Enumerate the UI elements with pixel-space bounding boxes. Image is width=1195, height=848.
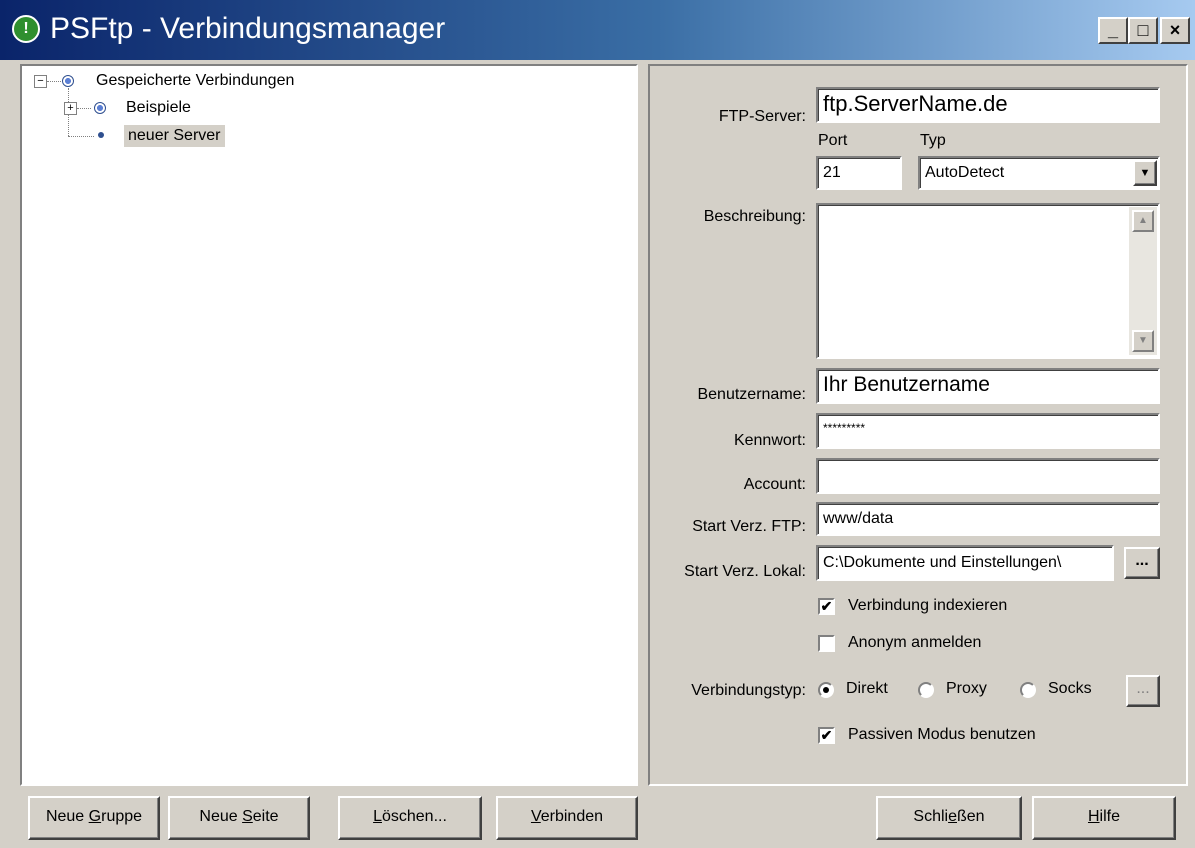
typ-select[interactable]: AutoDetect <box>918 156 1160 190</box>
tree-connector <box>68 136 94 137</box>
verbinden-label-rest: erbinden <box>540 808 604 825</box>
verbinden-accel: V <box>530 808 541 825</box>
hilfe-button[interactable]: Hilfe <box>1032 796 1176 840</box>
neue-gruppe-label: Neue <box>45 808 89 825</box>
start-lokal-label: Start Verz. Lokal: <box>684 563 806 580</box>
beschreibung-textarea[interactable] <box>816 203 1160 359</box>
benutzername-label: Benutzername: <box>697 386 806 403</box>
verbinden-button[interactable]: Verbinden <box>496 796 638 840</box>
anonym-anmelden-checkbox[interactable] <box>818 635 835 652</box>
neue-seite-button[interactable]: Neue Seite <box>168 796 310 840</box>
loeschen-button[interactable]: Löschen... <box>338 796 482 840</box>
collapse-icon[interactable]: − <box>34 75 47 88</box>
title-bar[interactable]: ! PSFtp - Verbindungsmanager _ □ × <box>0 0 1195 60</box>
connection-settings-button[interactable]: ... <box>1126 675 1160 707</box>
ftp-server-input[interactable]: ftp.ServerName.de <box>816 87 1160 123</box>
scroll-down-icon[interactable]: ▼ <box>1132 330 1154 352</box>
port-label: Port <box>818 132 848 149</box>
expand-icon[interactable]: + <box>64 102 77 115</box>
radio-direkt-label[interactable]: Direkt <box>846 680 888 698</box>
neue-gruppe-accel: G <box>88 808 102 825</box>
radio-direkt[interactable] <box>818 682 834 698</box>
account-label: Account: <box>743 476 806 493</box>
verbindungstyp-label: Verbindungstyp: <box>691 682 806 699</box>
window-title: PSFtp - Verbindungsmanager <box>50 12 446 45</box>
scroll-up-icon[interactable]: ▲ <box>1132 210 1154 232</box>
neue-gruppe-button[interactable]: Neue Gruppe <box>28 796 160 840</box>
tree-item-neuer-server[interactable]: neuer Server <box>124 125 225 147</box>
start-lokal-input[interactable]: C:\Dokumente und Einstellungen\ <box>816 545 1114 581</box>
schliessen-label-rest: ßen <box>957 808 985 825</box>
typ-select-value: AutoDetect <box>925 164 1005 181</box>
node-icon <box>62 75 74 87</box>
maximize-button[interactable]: □ <box>1128 17 1158 44</box>
neue-seite-accel: S <box>242 808 253 825</box>
tree-item-root[interactable]: Gespeicherte Verbindungen <box>96 70 294 92</box>
hilfe-label-rest: ilfe <box>1099 808 1120 825</box>
port-input[interactable]: 21 <box>816 156 902 190</box>
typ-label: Typ <box>920 132 946 149</box>
radio-socks-label[interactable]: Socks <box>1048 680 1092 698</box>
anonym-anmelden-label[interactable]: Anonym anmelden <box>848 634 981 652</box>
node-icon <box>94 102 106 114</box>
tree-item-beispiele[interactable]: Beispiele <box>126 97 191 119</box>
passiv-modus-label[interactable]: Passiven Modus benutzen <box>848 726 1036 744</box>
start-ftp-label: Start Verz. FTP: <box>692 518 806 535</box>
radio-socks[interactable] <box>1020 682 1036 698</box>
schliessen-label: Schli <box>913 808 949 825</box>
neue-seite-label: Neue <box>199 808 243 825</box>
hilfe-accel: H <box>1087 808 1100 825</box>
loeschen-label-rest: öschen... <box>381 808 447 825</box>
passiv-modus-checkbox[interactable]: ✔ <box>818 727 835 744</box>
node-icon <box>98 132 104 138</box>
ftp-server-label: FTP-Server: <box>718 108 806 125</box>
verbindung-indexieren-label[interactable]: Verbindung indexieren <box>848 597 1007 615</box>
tree-connector <box>47 81 61 82</box>
verbindung-indexieren-checkbox[interactable]: ✔ <box>818 598 835 615</box>
account-input[interactable] <box>816 458 1160 494</box>
kennwort-label: Kennwort: <box>733 432 806 449</box>
connection-tree[interactable]: − Gespeicherte Verbindungen + Beispiele … <box>20 64 638 786</box>
radio-proxy[interactable] <box>918 682 934 698</box>
benutzername-input[interactable]: Ihr Benutzername <box>816 368 1160 404</box>
schliessen-button[interactable]: Schließen <box>876 796 1022 840</box>
schliessen-accel: e <box>948 808 957 825</box>
app-icon: ! <box>12 15 40 43</box>
start-ftp-input[interactable]: www/data <box>816 502 1160 536</box>
tree-connector <box>77 108 91 109</box>
neue-gruppe-label-rest: ruppe <box>101 808 143 825</box>
loeschen-accel: L <box>373 808 382 825</box>
neue-seite-label-rest: eite <box>252 808 279 825</box>
close-button[interactable]: × <box>1160 17 1190 44</box>
minimize-button[interactable]: _ <box>1098 17 1128 44</box>
radio-proxy-label[interactable]: Proxy <box>946 680 987 698</box>
browse-folder-button[interactable]: ... <box>1124 547 1160 579</box>
beschreibung-label: Beschreibung: <box>703 208 806 225</box>
kennwort-input[interactable]: ********* <box>816 413 1160 449</box>
chevron-down-icon[interactable]: ▼ <box>1133 160 1157 186</box>
